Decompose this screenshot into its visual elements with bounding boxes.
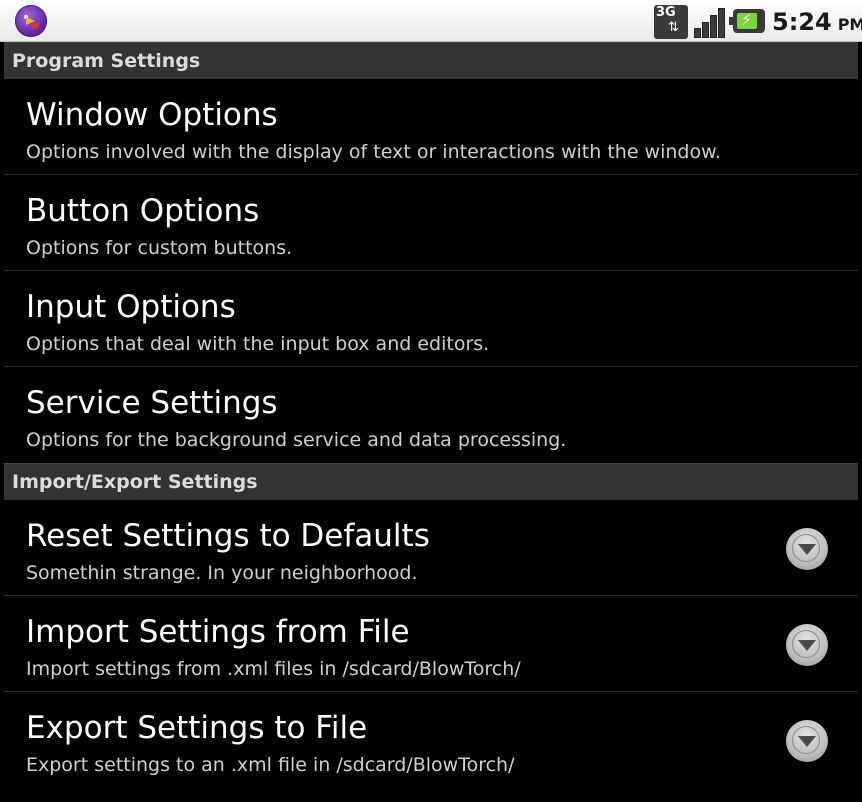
clock-ampm: PM xyxy=(837,15,862,34)
status-bar: 3G ⇅ ⚡ 5:24 PM xyxy=(0,0,862,42)
pref-title: Input Options xyxy=(26,289,236,325)
pref-title: Window Options xyxy=(26,97,278,133)
clock-time: 5:24 xyxy=(772,8,832,36)
pref-reset-settings[interactable]: Reset Settings to Defaults Somethin stra… xyxy=(4,500,858,596)
3g-icon: 3G ⇅ xyxy=(654,5,688,39)
pref-title: Export Settings to File xyxy=(26,710,368,746)
dropdown-arrow-icon[interactable] xyxy=(786,528,828,570)
pref-title: Reset Settings to Defaults xyxy=(26,518,430,554)
pref-title: Button Options xyxy=(26,193,260,229)
pref-input-options[interactable]: Input Options Options that deal with the… xyxy=(4,271,858,367)
battery-charging-icon: ⚡ xyxy=(729,9,765,33)
status-clock: 5:24 PM xyxy=(772,6,862,38)
pref-summary: Options for custom buttons. xyxy=(26,237,293,259)
category-header-program-settings: Program Settings xyxy=(4,42,858,79)
battery-bolt: ⚡ xyxy=(741,10,753,29)
network-label: 3G xyxy=(656,5,676,20)
pref-title: Import Settings from File xyxy=(26,614,410,650)
network-arrows: ⇅ xyxy=(668,20,679,35)
pref-export-settings[interactable]: Export Settings to File Export settings … xyxy=(4,692,858,788)
pref-summary: Import settings from .xml files in /sdca… xyxy=(26,658,521,680)
pref-import-settings[interactable]: Import Settings from File Import setting… xyxy=(4,596,858,692)
pref-title: Service Settings xyxy=(26,385,278,421)
pref-summary: Options involved with the display of tex… xyxy=(26,141,721,163)
dropdown-arrow-icon[interactable] xyxy=(786,624,828,666)
pref-summary: Options for the background service and d… xyxy=(26,429,567,451)
pref-window-options[interactable]: Window Options Options involved with the… xyxy=(4,79,858,175)
app-icon[interactable] xyxy=(15,5,47,37)
pref-summary: Export settings to an .xml file in /sdca… xyxy=(26,754,515,776)
dropdown-arrow-icon[interactable] xyxy=(786,720,828,762)
signal-icon xyxy=(693,6,727,38)
pref-button-options[interactable]: Button Options Options for custom button… xyxy=(4,175,858,271)
settings-list: Program Settings Window Options Options … xyxy=(4,42,858,788)
pref-summary: Somethin strange. In your neighborhood. xyxy=(26,562,418,584)
pref-summary: Options that deal with the input box and… xyxy=(26,333,490,355)
pref-service-settings[interactable]: Service Settings Options for the backgro… xyxy=(4,367,858,463)
category-header-import-export: Import/Export Settings xyxy=(4,463,858,500)
